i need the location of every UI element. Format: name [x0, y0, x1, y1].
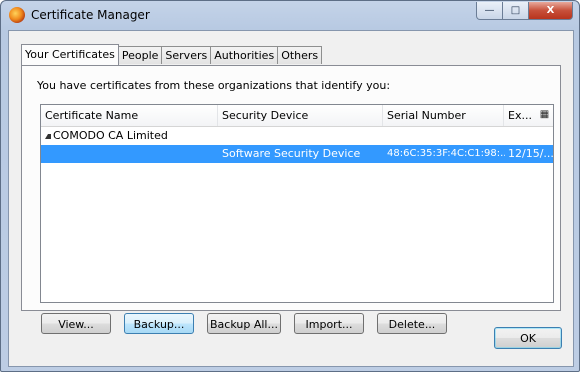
tree-group-row[interactable]: COMODO CA Limited — [41, 127, 553, 145]
tab-servers[interactable]: Servers — [161, 46, 212, 64]
tab-panel: You have certificates from these organiz… — [21, 65, 561, 334]
cert-serial-cell: 48:6C:35:3F:4C:C1:98:... — [387, 148, 505, 159]
maximize-icon: □ — [510, 5, 521, 16]
tab-strip: Your Certificates People Servers Authori… — [21, 44, 323, 65]
caption-buttons: — □ X — [476, 2, 573, 20]
backup-all-button[interactable]: Backup All... — [207, 313, 281, 334]
backup-button[interactable]: Backup... — [124, 313, 194, 334]
tab-authorities[interactable]: Authorities — [210, 46, 279, 64]
window-title: Certificate Manager — [31, 8, 150, 22]
tree-header: Certificate Name Security Device Serial … — [41, 105, 553, 127]
import-button[interactable]: Import... — [294, 313, 364, 334]
minimize-button[interactable]: — — [476, 2, 503, 20]
certificate-row[interactable]: Software Security Device 48:6C:35:3F:4C:… — [41, 145, 553, 163]
ok-button[interactable]: OK — [494, 327, 562, 349]
intro-text: You have certificates from these organiz… — [37, 79, 391, 92]
column-expires[interactable]: Ex... — [504, 105, 533, 126]
collapse-triangle-icon[interactable] — [45, 133, 51, 139]
minimize-icon: — — [484, 5, 495, 16]
column-serial-number[interactable]: Serial Number — [383, 105, 504, 126]
close-button[interactable]: X — [528, 2, 573, 20]
tab-your-certificates[interactable]: Your Certificates — [21, 44, 119, 65]
tab-others[interactable]: Others — [277, 46, 323, 64]
dialog-body: Your Certificates People Servers Authori… — [8, 30, 574, 367]
certificate-manager-window: Certificate Manager — □ X Your Certifica… — [0, 0, 580, 372]
group-name: COMODO CA Limited — [53, 129, 168, 142]
column-security-device[interactable]: Security Device — [218, 105, 383, 126]
column-picker-icon[interactable]: ▦ — [539, 109, 550, 120]
title-bar[interactable]: Certificate Manager — □ X — [1, 1, 579, 29]
view-button[interactable]: View... — [41, 313, 111, 334]
firefox-icon — [9, 7, 25, 23]
tab-people[interactable]: People — [117, 46, 163, 64]
maximize-button[interactable]: □ — [502, 2, 529, 20]
column-certificate-name[interactable]: Certificate Name — [41, 105, 218, 126]
delete-button[interactable]: Delete... — [377, 313, 447, 334]
certificate-tree[interactable]: Certificate Name Security Device Serial … — [40, 104, 554, 303]
close-icon: X — [546, 5, 555, 16]
cert-expires-cell: 12/15/... — [508, 147, 553, 160]
cert-device-cell: Software Security Device — [222, 147, 361, 160]
